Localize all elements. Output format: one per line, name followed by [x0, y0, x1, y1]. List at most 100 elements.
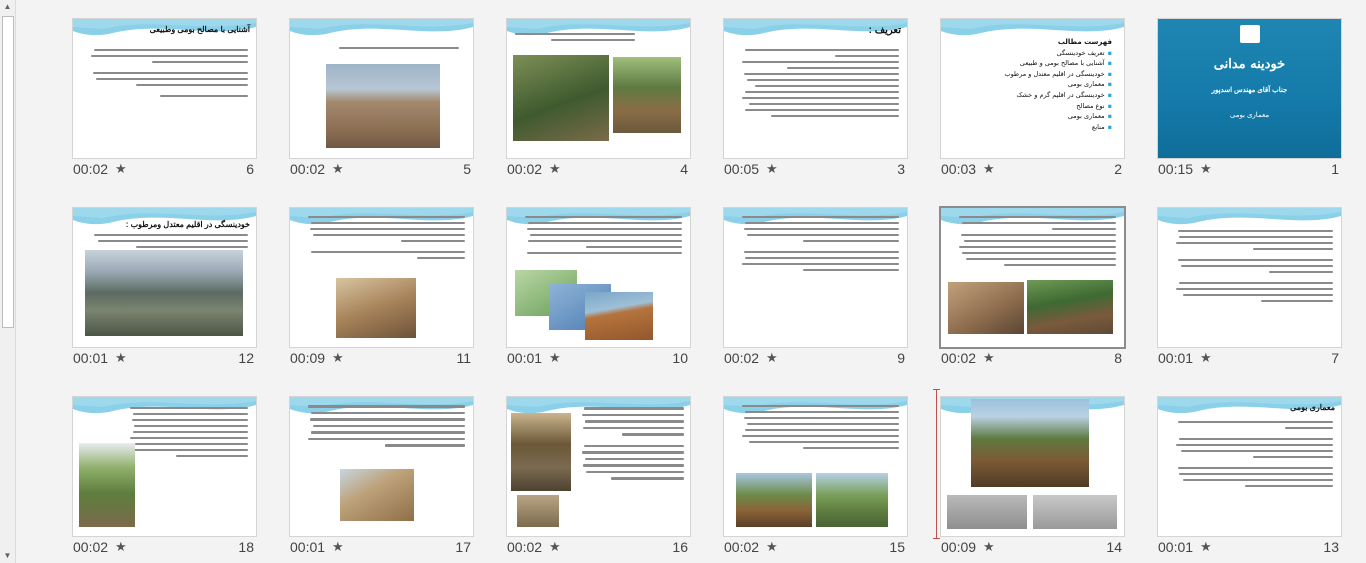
star-icon[interactable]: ★: [983, 539, 995, 555]
slide-15[interactable]: 00:02 ★ 15: [723, 396, 908, 556]
text-placeholder-lines: [1173, 230, 1333, 306]
vertical-scrollbar[interactable]: ▲ ▼: [0, 0, 16, 563]
slide-subtitle: جناب آقای مهندس اسدپور: [1211, 87, 1288, 94]
photo-thatch-structure: [340, 469, 414, 521]
slide-8[interactable]: 00:02 ★ 8: [939, 206, 1126, 367]
slide-number: 18: [238, 539, 254, 555]
slide-17[interactable]: 00:01 ★ 17: [289, 396, 474, 556]
slide-16[interactable]: 00:02 ★ 16: [506, 396, 691, 556]
slide-18[interactable]: 00:02 ★ 18: [72, 396, 257, 556]
slide-thumbnail[interactable]: آشنایی با مصالح بومی وطبیعی: [72, 18, 257, 159]
slide-thumbnail[interactable]: خودینسگی در اقلیم معتدل ومرطوب :: [72, 207, 257, 348]
photo-tall-hut: [511, 413, 571, 491]
star-icon[interactable]: ★: [766, 539, 778, 555]
photo-village-right: [1033, 495, 1117, 529]
star-icon[interactable]: ★: [983, 350, 995, 366]
slide-number: 8: [1114, 350, 1122, 366]
toc-item: خودینسگی در اقلیم معتدل و مرطوب: [1004, 69, 1105, 78]
slide-number: 7: [1331, 350, 1339, 366]
toc-item: معماری بومی: [1067, 80, 1105, 89]
text-placeholder-lines: [1173, 421, 1333, 491]
star-icon[interactable]: ★: [1200, 539, 1212, 555]
star-icon[interactable]: ★: [332, 161, 344, 177]
slide-title: خودینه مدانی: [1213, 57, 1286, 72]
slide-thumbnail[interactable]: [72, 396, 257, 537]
slide-number: 13: [1323, 539, 1339, 555]
slide-thumbnail[interactable]: فهرست مطالب ▪تعریف خودینسگی ▪آشنایی با م…: [940, 18, 1125, 159]
slide-title: آشنایی با مصالح بومی وطبیعی: [149, 25, 250, 34]
slide-4[interactable]: 00:02 ★ 4: [506, 18, 691, 178]
slide-thumbnail[interactable]: [506, 207, 691, 348]
slide-6[interactable]: آشنایی با مصالح بومی وطبیعی 00:02 ★ 6: [72, 18, 257, 178]
star-icon[interactable]: ★: [1200, 350, 1212, 366]
slide-timing: 00:02: [724, 350, 760, 366]
star-icon[interactable]: ★: [983, 161, 995, 177]
slide-timing: 00:02: [73, 161, 109, 177]
slide-12[interactable]: خودینسگی در اقلیم معتدل ومرطوب : 00:01 ★ 1…: [72, 207, 257, 367]
scrollbar-thumb[interactable]: [2, 16, 14, 328]
slide-number: 10: [672, 350, 688, 366]
slide-thumbnail[interactable]: [506, 18, 691, 159]
slide-thumbnail[interactable]: [723, 396, 908, 537]
scroll-up-arrow-icon[interactable]: ▲: [1, 0, 14, 14]
slide-timing: 00:02: [73, 539, 109, 555]
slide-timing: 00:05: [724, 161, 760, 177]
star-icon[interactable]: ★: [332, 539, 344, 555]
text-placeholder-lines: [305, 405, 465, 451]
star-icon[interactable]: ★: [549, 350, 561, 366]
slide-timing: 00:01: [73, 350, 109, 366]
slide-thumbnail[interactable]: [506, 396, 691, 537]
slide-2[interactable]: فهرست مطالب ▪تعریف خودینسگی ▪آشنایی با م…: [940, 18, 1125, 178]
star-icon[interactable]: ★: [115, 350, 127, 366]
text-placeholder-lines: [739, 216, 899, 275]
slide-thumbnail[interactable]: [289, 207, 474, 348]
slide-timing: 00:01: [507, 350, 543, 366]
star-icon[interactable]: ★: [115, 539, 127, 555]
toc-item: تعریف خودینسگی: [1056, 48, 1105, 57]
star-icon[interactable]: ★: [332, 350, 344, 366]
slide-10[interactable]: 00:01 ★ 10: [506, 207, 691, 367]
slide-number: 9: [897, 350, 905, 366]
star-icon[interactable]: ★: [1200, 161, 1212, 177]
slide-thumbnail[interactable]: خودینه مدانی جناب آقای مهندس اسدپور معما…: [1157, 18, 1342, 159]
slide-thumbnail[interactable]: [289, 18, 474, 159]
slide-thumbnail[interactable]: [939, 206, 1126, 349]
toc-item: آشنایی با مصالح بومی و طبیعی: [1019, 59, 1105, 68]
slide-timing: 00:01: [1158, 539, 1194, 555]
star-icon[interactable]: ★: [766, 161, 778, 177]
slide-number: 6: [246, 161, 254, 177]
slide-thumbnail[interactable]: تعریف :: [723, 18, 908, 159]
slide-thumbnail[interactable]: [1157, 207, 1342, 348]
slide-14[interactable]: 00:09 ★ 14: [940, 396, 1125, 556]
slide-title: خودینسگی در اقلیم معتدل ومرطوب :: [125, 220, 250, 229]
star-icon[interactable]: ★: [766, 350, 778, 366]
slide-13[interactable]: معماری بومی 00:01 ★ 13: [1157, 396, 1342, 556]
toc-item: نوع مصالح: [1076, 101, 1105, 110]
star-icon[interactable]: ★: [549, 161, 561, 177]
slide-thumbnail[interactable]: معماری بومی: [1157, 396, 1342, 537]
slide-5[interactable]: 00:02 ★ 5: [289, 18, 474, 178]
slide-9[interactable]: 00:02 ★ 9: [723, 207, 908, 367]
star-icon[interactable]: ★: [549, 539, 561, 555]
text-placeholder-lines: [739, 405, 899, 453]
slide-timing: 00:09: [290, 350, 326, 366]
slide-7[interactable]: 00:01 ★ 7: [1157, 207, 1342, 367]
photo-wooden-house: [613, 57, 681, 133]
slide-3[interactable]: تعریف : 00:05 ★ 3: [723, 18, 908, 178]
slide-1[interactable]: خودینه مدانی جناب آقای مهندس اسدپور معما…: [1157, 18, 1342, 178]
scroll-down-arrow-icon[interactable]: ▼: [1, 549, 14, 563]
slide-thumbnail[interactable]: [940, 396, 1125, 537]
slide-timing: 00:02: [941, 350, 977, 366]
text-placeholder-lines: [580, 407, 684, 484]
slide-timing: 00:01: [1158, 350, 1194, 366]
text-placeholder-lines: [88, 49, 248, 101]
slide-thumbnail[interactable]: [289, 396, 474, 537]
photo-thatched-roof: [736, 473, 812, 527]
slide-11[interactable]: 00:09 ★ 11: [289, 207, 474, 367]
slide-timing: 00:02: [724, 539, 760, 555]
slide-timing: 00:02: [290, 161, 326, 177]
photo-thatched-wooden-house: [971, 399, 1089, 487]
slide-thumbnail[interactable]: [723, 207, 908, 348]
star-icon[interactable]: ★: [115, 161, 127, 177]
slide-number: 1: [1331, 161, 1339, 177]
